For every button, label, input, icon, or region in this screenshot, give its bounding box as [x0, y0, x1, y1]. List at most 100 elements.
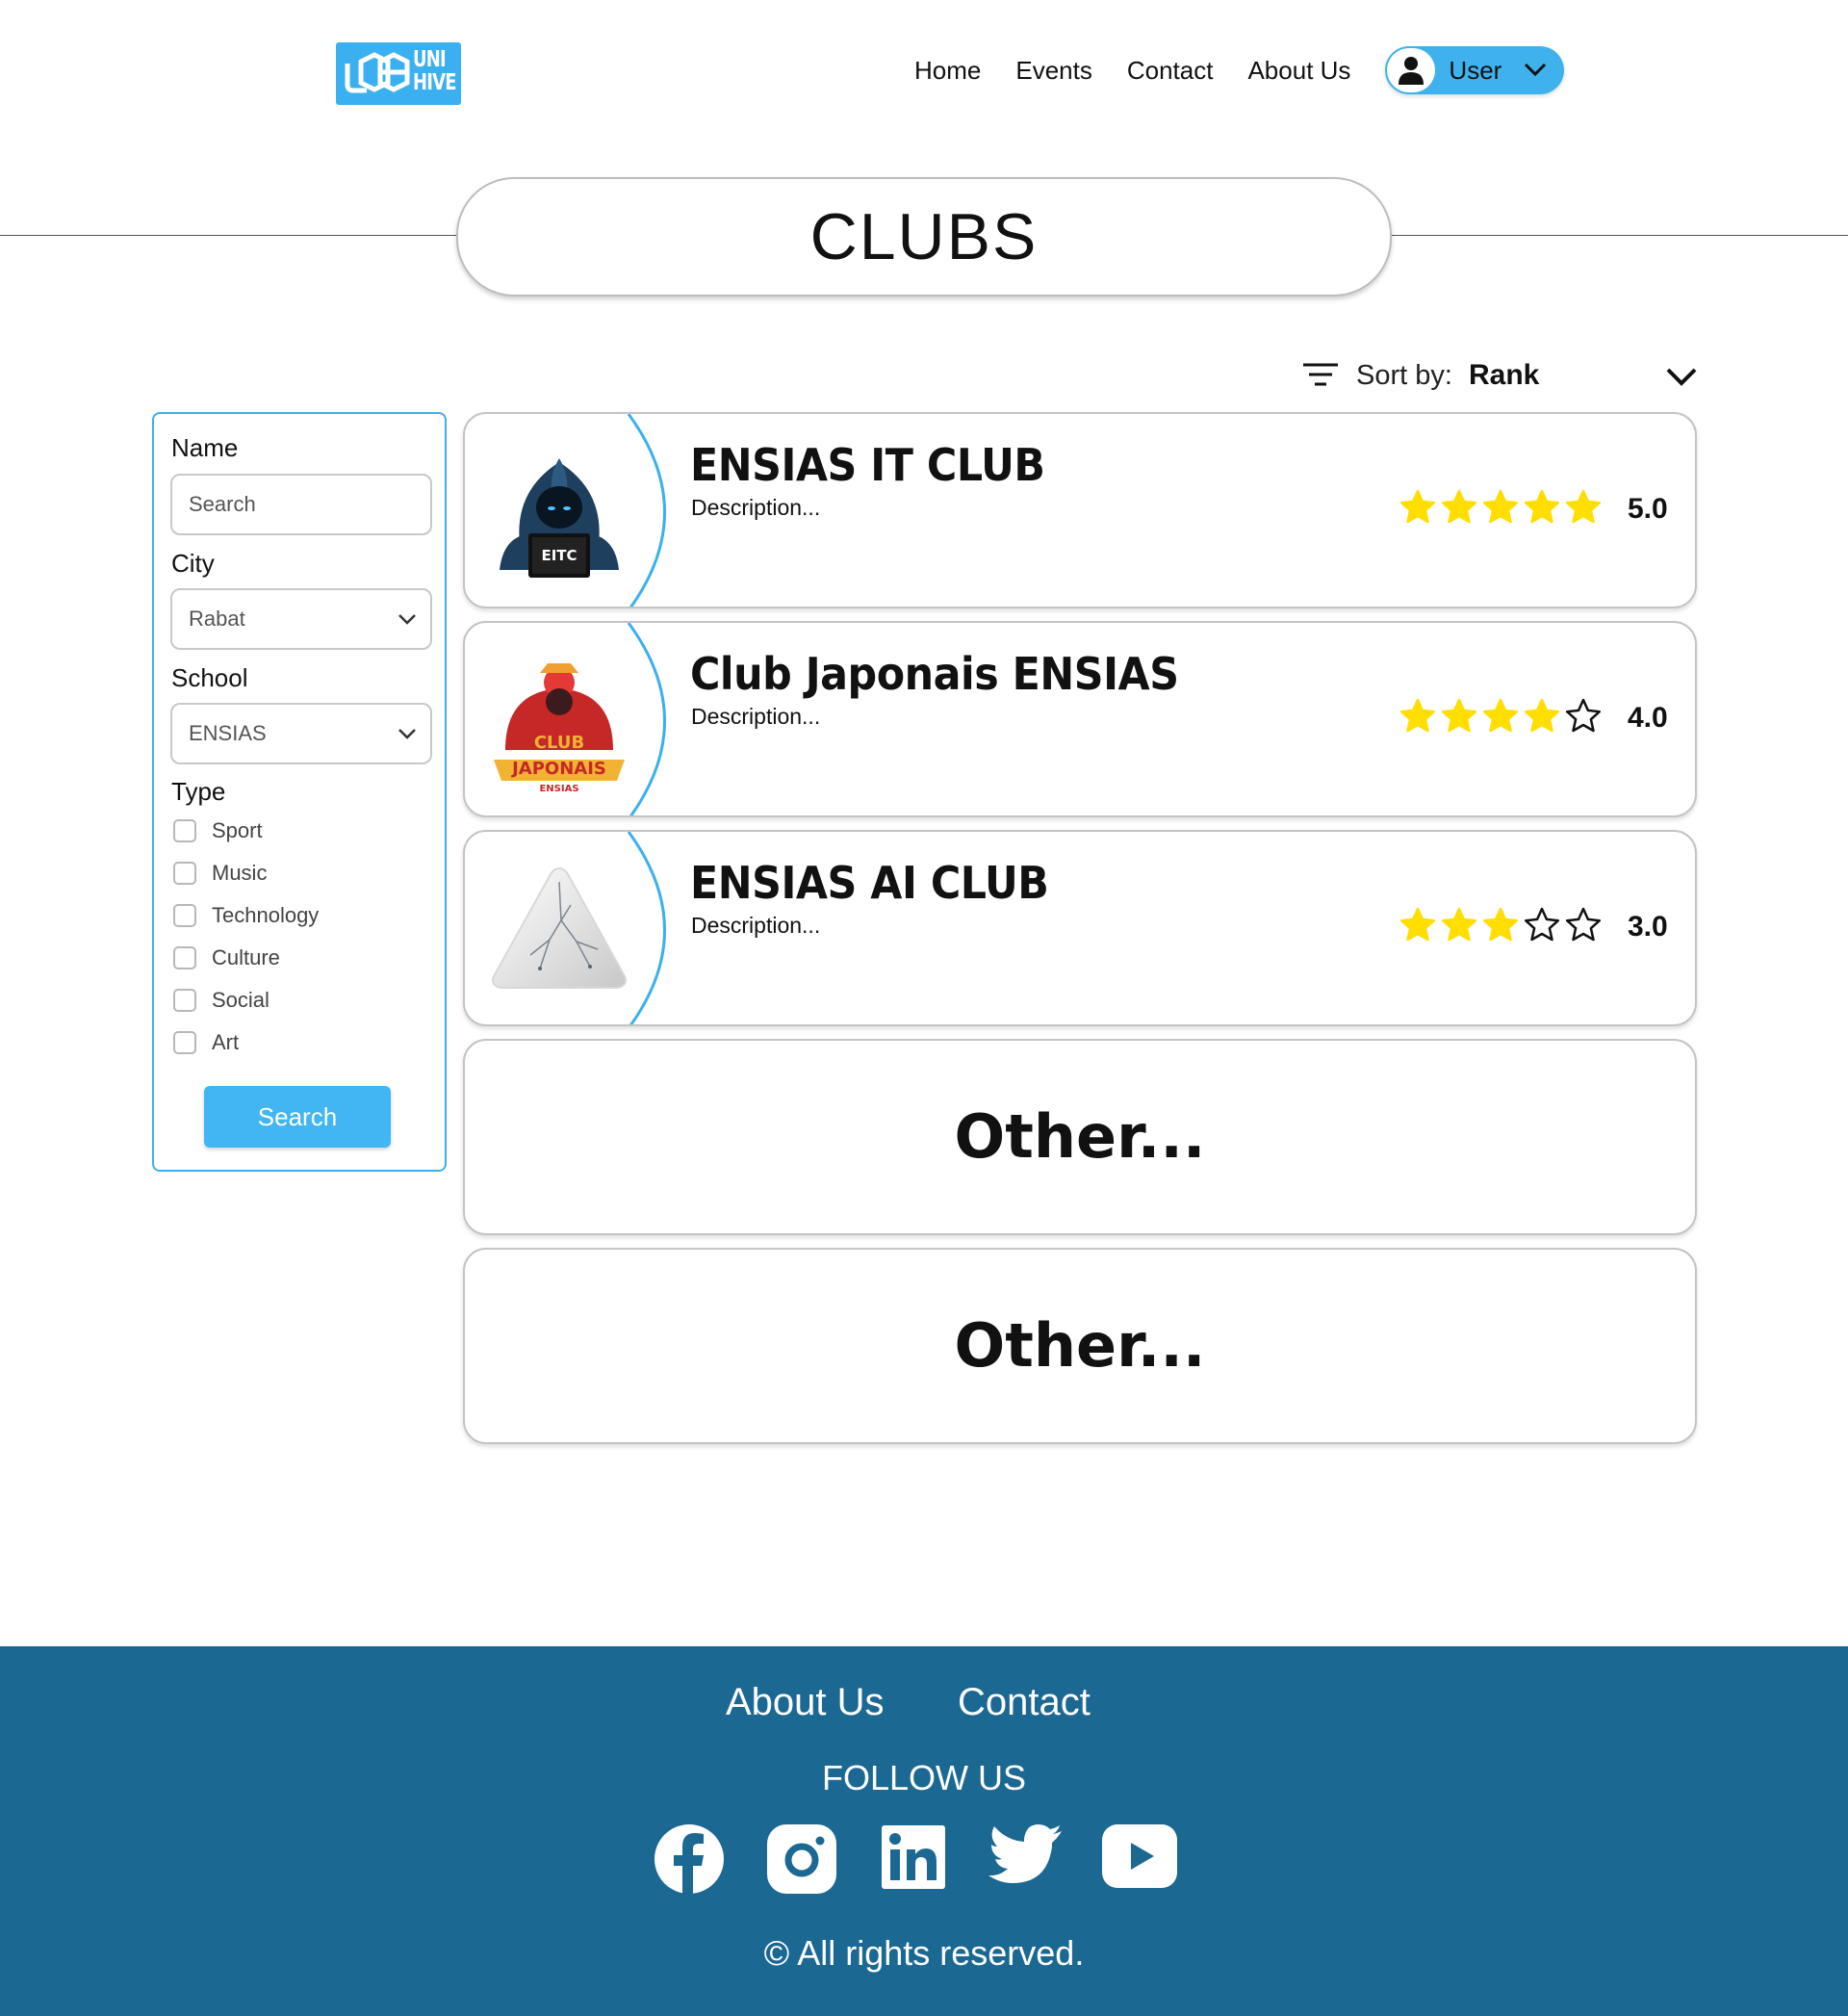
club-japonais-logo: CLUB JAPONAIS ENSIAS: [494, 663, 625, 794]
type-checkbox-culture[interactable]: Culture: [173, 945, 280, 970]
club-card-other[interactable]: Other...: [463, 1039, 1697, 1235]
star-filled-icon: [1399, 907, 1436, 942]
chevron-down-icon: [1525, 63, 1547, 77]
club-card-other[interactable]: Other...: [463, 1248, 1697, 1444]
school-select-value: ENSIAS: [189, 721, 267, 745]
school-select[interactable]: ENSIAS: [170, 703, 432, 764]
other-label: Other...: [954, 1310, 1206, 1381]
checkbox[interactable]: [173, 862, 196, 885]
instagram-icon[interactable]: [766, 1823, 837, 1895]
star-rating: [1399, 907, 1606, 942]
club-card-ensias-ai-club[interactable]: ENSIAS AI CLUB Description... 3.0: [463, 830, 1697, 1026]
club-description: Description...: [691, 495, 821, 520]
main-nav: Home Events Contact About Us User: [914, 46, 1565, 94]
logo-text: UNI HIVE: [413, 47, 456, 95]
rating-value: 3.0: [1628, 911, 1668, 943]
star-filled-icon: [1524, 489, 1560, 524]
twitter-icon[interactable]: [988, 1823, 1064, 1887]
club-name: ENSIAS IT CLUB: [690, 439, 1045, 491]
rating-value: 4.0: [1628, 702, 1668, 734]
footer-about-us-link[interactable]: About Us: [726, 1681, 885, 1724]
hacker-hood-logo: EITC: [500, 458, 619, 578]
star-filled-icon: [1482, 907, 1519, 942]
city-filter-label: City: [171, 549, 215, 578]
nav-home[interactable]: Home: [914, 46, 981, 94]
checkbox-label: Art: [212, 1030, 240, 1054]
star-filled-icon: [1482, 698, 1519, 733]
checkbox[interactable]: [173, 989, 196, 1012]
checkbox-label: Social: [212, 988, 270, 1012]
sort-value: Rank: [1469, 359, 1540, 391]
nav-contact[interactable]: Contact: [1127, 46, 1214, 94]
facebook-icon[interactable]: [654, 1823, 725, 1895]
club-card-club-japonais-ensias[interactable]: CLUB JAPONAIS ENSIAS Club Japonais ENSIA…: [463, 621, 1697, 817]
user-label: User: [1449, 56, 1502, 85]
follow-us-heading: FOLLOW US: [821, 1758, 1027, 1797]
star-rating: [1399, 489, 1606, 524]
star-filled-icon: [1482, 489, 1519, 524]
checkbox[interactable]: [173, 946, 196, 969]
footer: About Us Contact FOLLOW US © All rights …: [0, 1646, 1848, 2016]
city-select-value: Rabat: [189, 607, 245, 631]
checkbox-label: Technology: [212, 903, 320, 927]
star-filled-icon: [1399, 489, 1436, 524]
star-filled-icon: [1524, 698, 1560, 733]
star-filled-icon: [1565, 489, 1602, 524]
checkbox[interactable]: [173, 819, 196, 842]
filter-panel: Name Search City Rabat School ENSIAS Typ…: [152, 412, 447, 1172]
checkbox-label: Culture: [212, 945, 280, 969]
svg-text:CLUB: CLUB: [534, 733, 584, 753]
checkbox[interactable]: [173, 904, 196, 927]
footer-contact-link[interactable]: Contact: [958, 1681, 1091, 1724]
other-label: Other...: [954, 1101, 1206, 1172]
chevron-down-icon: [398, 614, 416, 625]
user-menu-button[interactable]: User: [1385, 46, 1565, 94]
user-icon: [1399, 57, 1424, 85]
rating-value: 5.0: [1628, 493, 1668, 525]
star-filled-icon: [1399, 698, 1436, 733]
name-search-input[interactable]: Search: [170, 474, 432, 535]
checkbox[interactable]: [173, 1031, 196, 1054]
svg-text:ENSIAS: ENSIAS: [539, 784, 578, 794]
sort-dropdown[interactable]: Sort by: Rank: [1303, 354, 1698, 397]
star-filled-icon: [1441, 489, 1477, 524]
search-button[interactable]: Search: [204, 1086, 391, 1148]
svg-text:JAPONAIS: JAPONAIS: [510, 759, 606, 779]
type-checkbox-art[interactable]: Art: [173, 1030, 239, 1055]
name-filter-label: Name: [171, 433, 239, 462]
star-empty-icon: [1524, 907, 1560, 942]
filter-lines-icon: [1303, 363, 1338, 386]
city-select[interactable]: Rabat: [170, 588, 432, 650]
copyright-text: © All rights reserved.: [763, 1933, 1085, 1973]
type-checkbox-social[interactable]: Social: [173, 988, 270, 1013]
star-filled-icon: [1441, 698, 1477, 733]
club-description: Description...: [691, 913, 821, 938]
ai-triangle-logo: [492, 866, 627, 989]
type-checkbox-music[interactable]: Music: [173, 861, 267, 886]
hive-logo-icon: [345, 52, 410, 93]
sort-label: Sort by:: [1356, 360, 1452, 391]
avatar: [1387, 48, 1436, 92]
star-rating: [1399, 698, 1606, 733]
youtube-icon[interactable]: [1101, 1823, 1178, 1889]
type-checkbox-sport[interactable]: Sport: [173, 818, 263, 843]
page-title: CLUBS: [456, 177, 1392, 297]
linkedin-icon[interactable]: [880, 1823, 947, 1891]
type-checkbox-technology[interactable]: Technology: [173, 903, 319, 928]
star-filled-icon: [1441, 907, 1477, 942]
school-filter-label: School: [171, 663, 248, 692]
star-empty-icon: [1565, 907, 1602, 942]
club-name: Club Japonais ENSIAS: [690, 648, 1179, 700]
name-search-placeholder: Search: [189, 492, 256, 516]
nav-events[interactable]: Events: [1015, 46, 1092, 94]
chevron-down-icon: [1666, 368, 1697, 386]
club-description: Description...: [691, 704, 821, 729]
chevron-down-icon: [398, 729, 416, 739]
logo-caption: EITC: [541, 547, 577, 564]
star-empty-icon: [1565, 698, 1602, 733]
nav-about-us[interactable]: About Us: [1247, 46, 1350, 94]
type-filter-label: Type: [171, 777, 226, 806]
club-card-ensias-it-club[interactable]: EITC ENSIAS IT CLUB Description... 5.0: [463, 412, 1697, 608]
unihive-logo[interactable]: UNI HIVE: [336, 42, 461, 105]
club-name: ENSIAS AI CLUB: [690, 857, 1049, 909]
